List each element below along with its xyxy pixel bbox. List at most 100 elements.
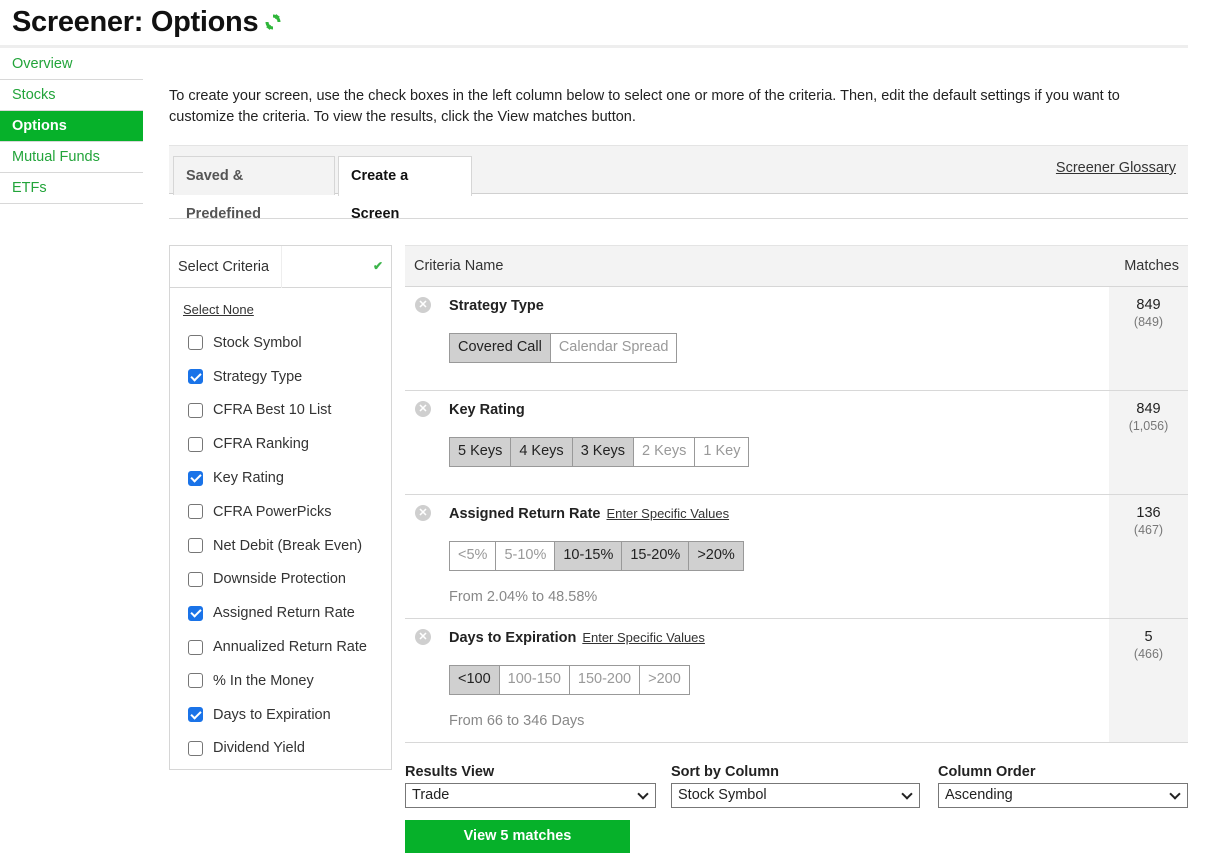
option-4-keys[interactable]: 4 Keys xyxy=(511,438,573,466)
title-row: Screener: Options xyxy=(12,2,282,42)
option-2-keys[interactable]: 2 Keys xyxy=(634,438,696,466)
sort-by-control: Sort by Column Stock Symbol xyxy=(671,764,920,808)
option-150-200[interactable]: 150-200 xyxy=(569,666,641,694)
chevron-down-icon xyxy=(1169,788,1181,800)
view-matches-button[interactable]: View 5 matches xyxy=(405,820,630,853)
sidebar-item-options[interactable]: Options xyxy=(0,111,143,142)
title-divider xyxy=(0,45,1188,48)
criteria-assigned-return-rate[interactable]: Assigned Return Rate xyxy=(188,596,367,630)
refresh-icon[interactable] xyxy=(264,13,282,31)
criteria-panel: Select Criteria ✔ Select None Stock Symb… xyxy=(169,245,392,770)
option-100-150[interactable]: 100-150 xyxy=(499,666,570,694)
results-view-control: Results View Trade xyxy=(405,764,656,808)
page-title: Screener: Options xyxy=(12,5,259,38)
chevron-down-icon xyxy=(637,788,649,800)
column-order-select[interactable]: Ascending xyxy=(938,783,1188,808)
criteria-label: CFRA Ranking xyxy=(213,436,309,453)
criteria-label: Assigned Return Rate xyxy=(213,605,355,622)
table-row-strategy-type: ✕ Strategy Type Covered Call Calendar Sp… xyxy=(405,287,1188,391)
criteria-stock-symbol[interactable]: Stock Symbol xyxy=(188,326,367,360)
results-view-select[interactable]: Trade xyxy=(405,783,656,808)
option-button-group: <100 100-150 150-200 >200 xyxy=(449,665,690,695)
select-criteria-label: Select Criteria xyxy=(178,259,270,275)
checkbox[interactable] xyxy=(188,335,203,351)
criteria-name: Key Rating xyxy=(449,402,525,418)
header-separator xyxy=(281,246,282,288)
checkbox[interactable] xyxy=(188,673,203,689)
criteria-days-to-expiration[interactable]: Days to Expiration xyxy=(188,698,367,732)
criteria-in-the-money[interactable]: % In the Money xyxy=(188,664,367,698)
option-gt-20[interactable]: >20% xyxy=(689,542,743,570)
screener-glossary-link[interactable]: Screener Glossary xyxy=(1056,160,1176,176)
results-view-label: Results View xyxy=(405,764,495,780)
match-count: 849 xyxy=(1136,297,1161,313)
intro-text: To create your screen, use the check box… xyxy=(169,88,1120,125)
option-calendar-spread[interactable]: Calendar Spread xyxy=(550,334,677,362)
checkbox[interactable] xyxy=(188,639,203,655)
criteria-downside-protection[interactable]: Downside Protection xyxy=(188,563,367,597)
match-total: (467) xyxy=(1133,523,1164,537)
criteria-annualized-return-rate[interactable]: Annualized Return Rate xyxy=(188,630,367,664)
option-button-group: Covered Call Calendar Spread xyxy=(449,333,678,363)
criteria-key-rating[interactable]: Key Rating xyxy=(188,461,367,495)
option-covered-call[interactable]: Covered Call xyxy=(450,334,551,362)
checkbox[interactable] xyxy=(188,571,203,587)
checkbox[interactable] xyxy=(188,605,203,621)
range-text: From 66 to 346 Days xyxy=(449,713,585,729)
match-count: 136 xyxy=(1136,505,1161,521)
table-row-assigned-return-rate: ✕ Assigned Return Rate Enter Specific Val… xyxy=(405,495,1188,619)
sidebar-item-etfs[interactable]: ETFs xyxy=(0,173,143,204)
criteria-cfra-best-10[interactable]: CFRA Best 10 List xyxy=(188,394,367,428)
criteria-strategy-type[interactable]: Strategy Type xyxy=(188,360,367,394)
remove-criteria-icon[interactable]: ✕ xyxy=(415,401,431,417)
remove-criteria-icon[interactable]: ✕ xyxy=(415,505,431,521)
option-5-keys[interactable]: 5 Keys xyxy=(450,438,512,466)
enter-specific-values-link[interactable]: Enter Specific Values xyxy=(606,506,729,521)
option-1-key[interactable]: 1 Key xyxy=(695,438,749,466)
remove-criteria-icon[interactable]: ✕ xyxy=(415,629,431,645)
checkbox[interactable] xyxy=(188,402,203,418)
tab-create-screen[interactable]: Create a Screen xyxy=(338,156,472,222)
column-header-matches: Matches xyxy=(1124,258,1179,274)
section-divider xyxy=(169,218,1188,219)
checkbox[interactable] xyxy=(188,538,203,554)
sidebar-item-stocks[interactable]: Stocks xyxy=(0,80,143,111)
tab-saved-predefined[interactable]: Saved & Predefined xyxy=(173,156,335,222)
checkmark-icon: ✔ xyxy=(372,259,383,273)
checkbox[interactable] xyxy=(188,740,203,756)
sort-by-select[interactable]: Stock Symbol xyxy=(671,783,920,808)
option-3-keys[interactable]: 3 Keys xyxy=(572,438,635,466)
criteria-net-debit[interactable]: Net Debit (Break Even) xyxy=(188,529,367,563)
criteria-label: % In the Money xyxy=(213,672,314,689)
criteria-dividend-yield[interactable]: Dividend Yield xyxy=(188,732,367,766)
matches-cell: 849 (849) xyxy=(1109,287,1188,390)
column-order-value: Ascending xyxy=(945,787,1013,803)
select-criteria-header[interactable]: Select Criteria ✔ xyxy=(170,246,391,288)
criteria-cfra-powerpicks[interactable]: CFRA PowerPicks xyxy=(188,495,367,529)
sidebar-item-overview[interactable]: Overview xyxy=(0,49,143,80)
checkbox[interactable] xyxy=(188,436,203,452)
criteria-name: Assigned Return Rate Enter Specific Value… xyxy=(449,506,729,522)
range-text: From 2.04% to 48.58% xyxy=(449,589,598,605)
checkbox[interactable] xyxy=(188,707,203,723)
chevron-down-icon xyxy=(901,788,913,800)
option-15-20[interactable]: 15-20% xyxy=(622,542,690,570)
option-lt-5[interactable]: <5% xyxy=(450,542,497,570)
criteria-label: Stock Symbol xyxy=(213,334,302,351)
enter-specific-values-link[interactable]: Enter Specific Values xyxy=(582,630,705,645)
criteria-label: Net Debit (Break Even) xyxy=(213,537,363,554)
option-gt-200[interactable]: >200 xyxy=(640,666,689,694)
column-header-criteria-name: Criteria Name xyxy=(414,258,504,274)
sidebar-item-mutual-funds[interactable]: Mutual Funds xyxy=(0,142,143,173)
match-count: 5 xyxy=(1144,629,1153,645)
matches-cell: 5 (466) xyxy=(1109,619,1188,742)
option-10-15[interactable]: 10-15% xyxy=(555,542,623,570)
checkbox[interactable] xyxy=(188,369,203,385)
checkbox[interactable] xyxy=(188,470,203,486)
criteria-cfra-ranking[interactable]: CFRA Ranking xyxy=(188,427,367,461)
option-5-10[interactable]: 5-10% xyxy=(496,542,556,570)
option-lt-100[interactable]: <100 xyxy=(450,666,500,694)
checkbox[interactable] xyxy=(188,504,203,520)
select-none-link[interactable]: Select None xyxy=(183,302,254,317)
remove-criteria-icon[interactable]: ✕ xyxy=(415,297,431,313)
